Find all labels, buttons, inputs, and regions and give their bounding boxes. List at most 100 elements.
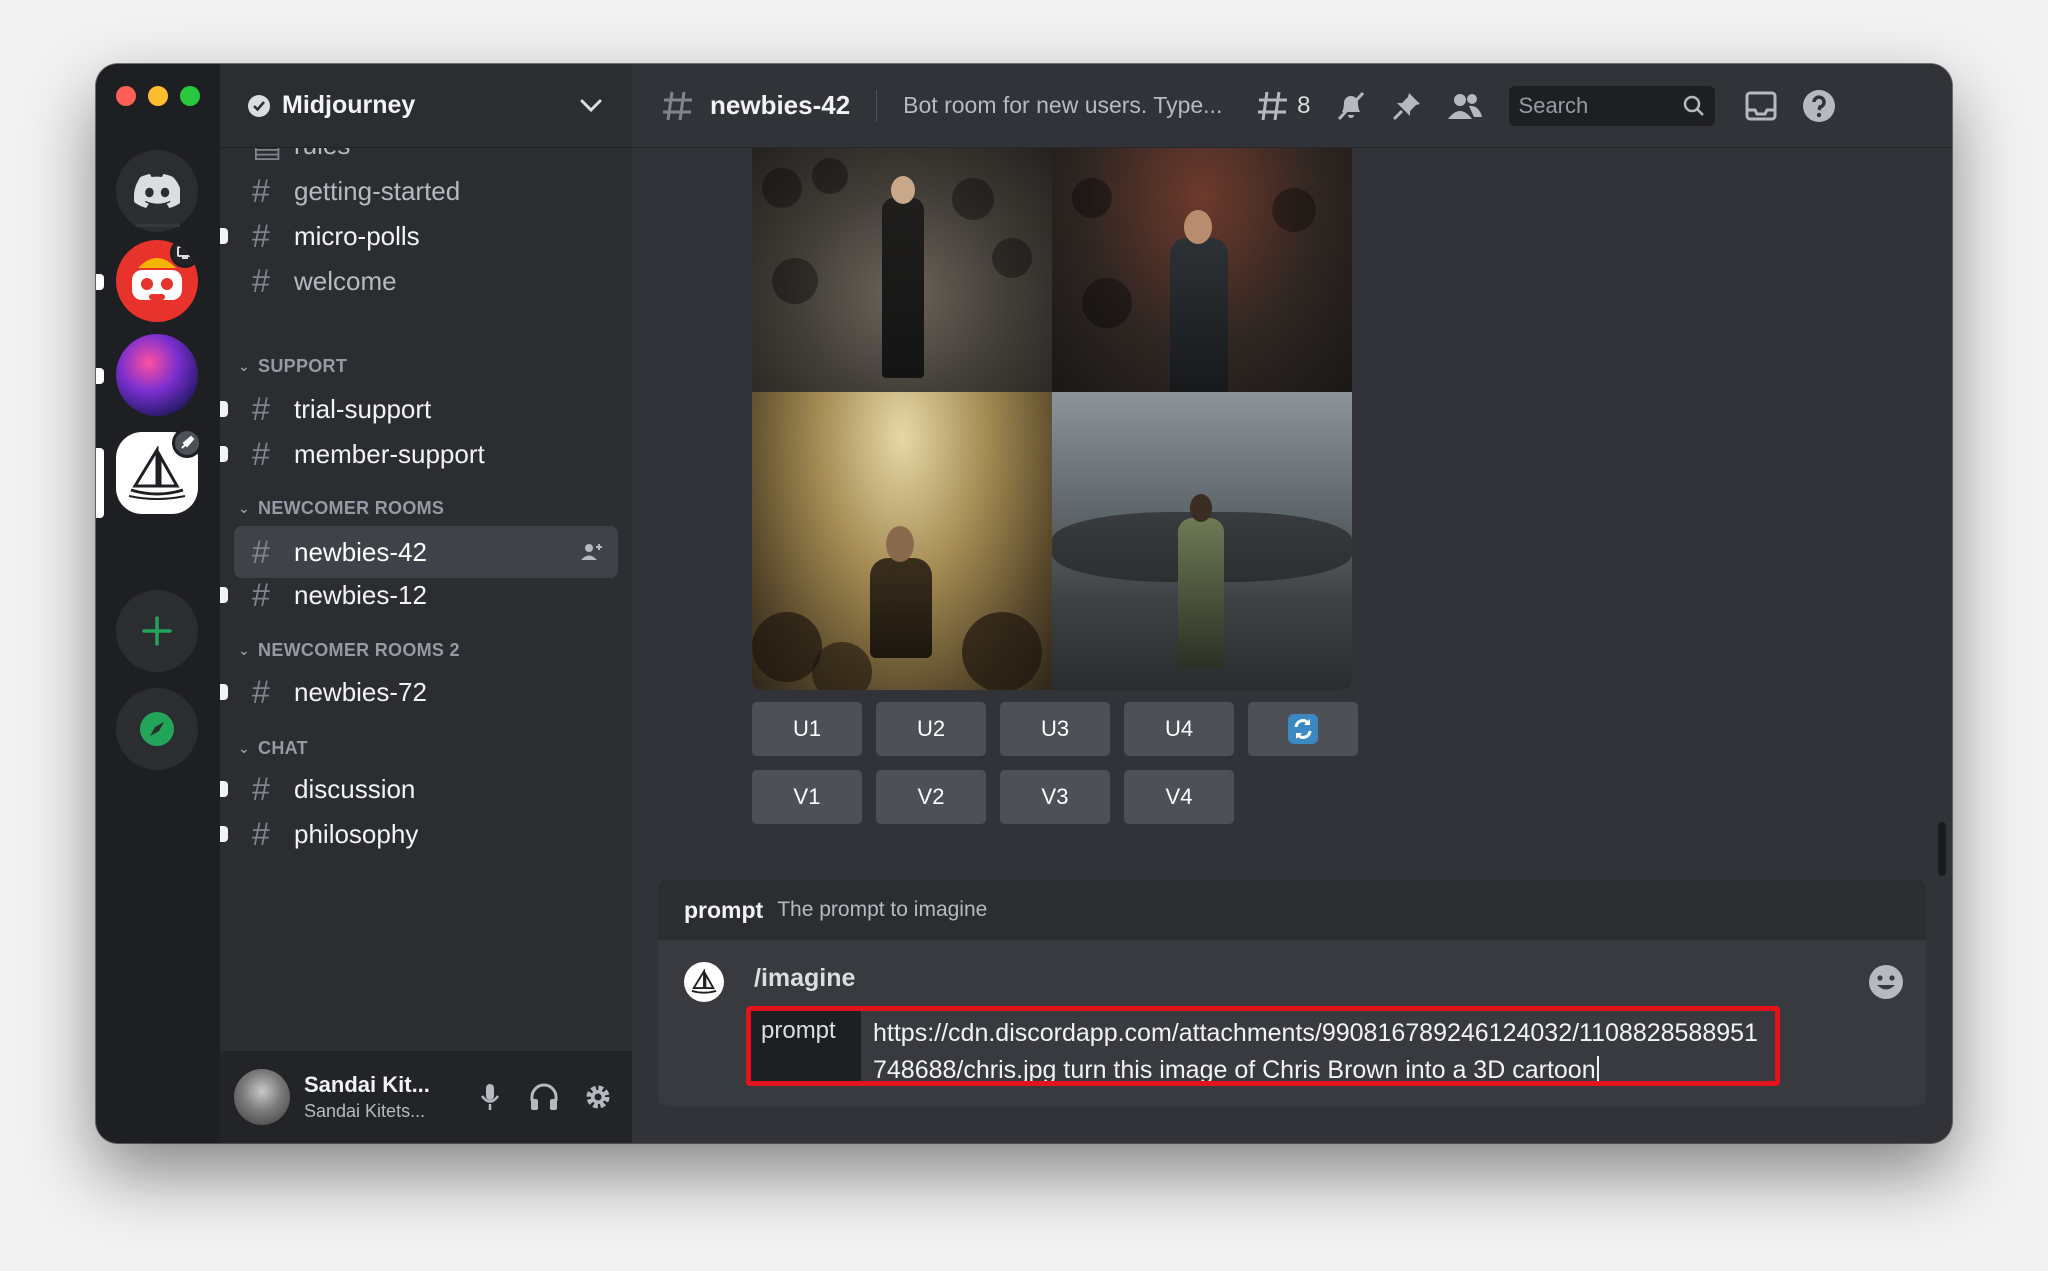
server-header[interactable]: Midjourney	[220, 64, 632, 148]
command-option-hint: prompt The prompt to imagine	[658, 880, 1926, 940]
server-icon-midjourney[interactable]	[116, 428, 202, 514]
member-list-button[interactable]	[1447, 86, 1483, 126]
thread-count: 8	[1297, 91, 1311, 119]
avatar[interactable]	[234, 1069, 290, 1125]
inbox-button[interactable]	[1745, 86, 1777, 126]
minimize-window-button[interactable]	[148, 86, 168, 106]
channel-item-philosophy[interactable]: # philosophy	[220, 807, 618, 861]
upscale-3-button[interactable]: U3	[1000, 702, 1110, 756]
user-info[interactable]: Sandai Kit... Sandai Kitets...	[304, 1072, 456, 1122]
category-newcomer-rooms[interactable]: ⌄ NEWCOMER ROOMS	[238, 498, 444, 519]
help-button[interactable]	[1801, 86, 1837, 126]
variation-3-button[interactable]: V3	[1000, 770, 1110, 824]
channel-item-newbies-12[interactable]: # newbies-12	[220, 568, 618, 622]
upscale-1-button[interactable]: U1	[752, 702, 862, 756]
slash-command-name: /imagine	[754, 964, 856, 992]
bot-avatar	[684, 962, 724, 1002]
generated-image-3[interactable]	[752, 392, 1052, 690]
category-newcomer-rooms-2[interactable]: ⌄ NEWCOMER ROOMS 2	[238, 640, 460, 661]
message-list: U1 U2 U3 U4 V1 V2 V3 V4	[632, 148, 1952, 943]
channel-name: philosophy	[294, 818, 419, 849]
channel-topic[interactable]: Bot room for new users. Type...	[903, 92, 1233, 119]
channel-item-welcome[interactable]: # welcome	[234, 254, 618, 308]
unread-indicator	[220, 781, 228, 797]
image-grid-attachment[interactable]	[752, 148, 1352, 690]
thread-channel-icon: #	[252, 673, 270, 710]
channel-item-member-support[interactable]: # member-support	[220, 427, 618, 481]
thread-channel-icon	[663, 91, 692, 120]
channel-name: newbies-12	[294, 579, 427, 610]
category-label: CHAT	[258, 738, 308, 758]
server-rail	[96, 64, 220, 1143]
channel-title: newbies-42	[710, 90, 851, 120]
text-channel-icon: ▤	[252, 148, 294, 164]
message-composer: /imagine prompt https://cdn.discordapp.c…	[658, 940, 1926, 1106]
main-content: newbies-42 Bot room for new users. Type.…	[632, 64, 1952, 1143]
mute-mic-button[interactable]	[470, 1077, 510, 1117]
generated-image-1[interactable]	[752, 148, 1052, 392]
search-bar[interactable]	[1508, 85, 1715, 126]
maximize-window-button[interactable]	[180, 86, 200, 106]
reroll-button[interactable]	[1248, 702, 1358, 756]
prompt-option-field[interactable]: prompt https://cdn.discordapp.com/attach…	[746, 1006, 1780, 1086]
close-window-button[interactable]	[116, 86, 136, 106]
unread-indicator	[220, 228, 228, 244]
option-description: The prompt to imagine	[777, 898, 988, 921]
unread-indicator	[220, 401, 228, 417]
add-server-button[interactable]	[116, 590, 198, 672]
microphone-icon	[480, 1084, 500, 1110]
unread-indicator	[220, 446, 228, 462]
category-chat[interactable]: ⌄ CHAT	[238, 738, 308, 759]
notification-settings-button[interactable]	[1335, 86, 1367, 126]
scrollbar-thumb[interactable]	[1938, 822, 1946, 876]
upscale-4-button[interactable]: U4	[1124, 702, 1234, 756]
window-controls	[116, 86, 200, 106]
variation-4-button[interactable]: V4	[1124, 770, 1234, 824]
explore-servers-button[interactable]	[116, 688, 198, 770]
user-settings-button[interactable]	[578, 1077, 618, 1117]
threads-icon	[1258, 91, 1288, 120]
bell-slash-icon	[1337, 91, 1364, 120]
thread-channel-icon: #	[252, 576, 270, 613]
upscale-2-button[interactable]: U2	[876, 702, 986, 756]
emoji-icon	[1869, 965, 1903, 999]
prompt-input[interactable]: https://cdn.discordapp.com/attachments/9…	[861, 1011, 1775, 1081]
sailboat-icon	[691, 969, 717, 994]
variation-1-button[interactable]: V1	[752, 770, 862, 824]
channel-name: rules	[294, 148, 350, 161]
app-window: Midjourney ▤ rules # getting-started # m…	[96, 64, 1952, 1143]
header-divider	[876, 89, 878, 122]
channel-name: newbies-72	[294, 676, 427, 707]
deafen-button[interactable]	[524, 1077, 564, 1117]
channel-item-newbies-72[interactable]: # newbies-72	[220, 665, 618, 719]
refresh-icon	[1288, 714, 1318, 744]
plus-icon	[142, 616, 172, 646]
option-name: prompt	[684, 896, 764, 923]
gear-icon	[586, 1085, 610, 1109]
generated-image-4[interactable]	[1052, 392, 1352, 690]
pinned-messages-button[interactable]	[1391, 86, 1423, 126]
hash-icon: #	[252, 217, 270, 254]
search-input[interactable]	[1518, 92, 1669, 119]
server-icon-red[interactable]	[116, 240, 198, 322]
channel-name: member-support	[294, 438, 485, 469]
home-button[interactable]	[116, 150, 198, 232]
category-support[interactable]: ⌄ SUPPORT	[238, 356, 347, 377]
user-panel: Sandai Kit... Sandai Kitets...	[220, 1051, 632, 1143]
emoji-picker-button[interactable]	[1866, 962, 1906, 1002]
headphones-icon	[530, 1083, 558, 1110]
generated-image-2[interactable]	[1052, 148, 1352, 392]
help-icon	[1802, 89, 1835, 122]
unread-indicator	[220, 684, 228, 700]
upscale-button-row: U1 U2 U3 U4	[752, 702, 1358, 756]
threads-button[interactable]: 8	[1257, 86, 1311, 126]
chevron-down-icon: ⌄	[238, 642, 251, 658]
add-member-icon[interactable]	[580, 542, 604, 562]
server-icon-purple[interactable]	[116, 334, 198, 416]
prompt-text: https://cdn.discordapp.com/attachments/9…	[873, 1019, 1758, 1081]
server-name: Midjourney	[282, 91, 416, 119]
channel-list: ▤ rules # getting-started # micro-polls …	[220, 148, 632, 1051]
chevron-down-icon: ⌄	[238, 500, 251, 516]
variation-2-button[interactable]: V2	[876, 770, 986, 824]
channel-header: newbies-42 Bot room for new users. Type.…	[632, 64, 1952, 148]
